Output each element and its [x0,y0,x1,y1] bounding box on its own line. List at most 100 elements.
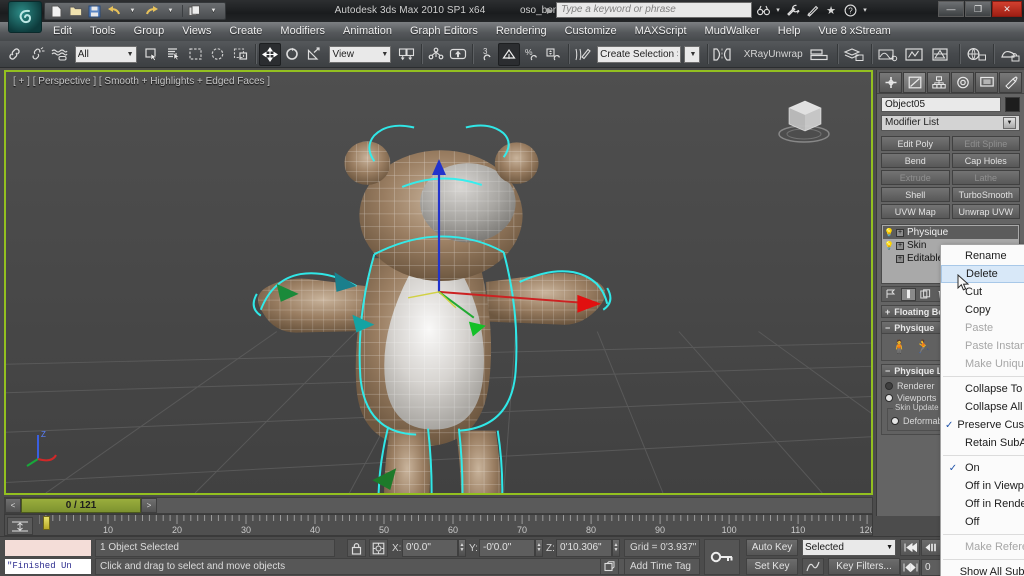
select-and-manipulate-icon[interactable] [425,43,447,66]
view-cube[interactable] [775,94,833,146]
attach-to-node-icon[interactable]: 🧍 [891,339,907,355]
menu-edit[interactable]: Edit [44,22,81,41]
menu-maxscript[interactable]: MAXScript [626,22,696,41]
set-key-mode-icon[interactable] [704,539,740,575]
subscription-wrench-icon[interactable] [785,2,801,18]
search-binoculars-icon[interactable] [755,2,771,18]
favorites-star-icon[interactable]: ★ [823,2,839,18]
ctx-collapse-to[interactable]: Collapse To [941,380,1024,398]
curve-editor-icon[interactable] [875,43,902,66]
next-frame-button[interactable]: > [141,498,157,513]
ctx-preserve-custom-attributes[interactable]: ✓Preserve Custom Attributes [941,416,1024,434]
track-bar[interactable]: 102030405060708090100110120 [4,514,873,536]
selection-lock-icon[interactable] [347,539,366,557]
material-editor-icon[interactable] [929,43,956,66]
ctx-rename[interactable]: Rename [941,247,1024,265]
ctx-off-in-viewport[interactable]: Off in Viewport [941,477,1024,495]
spinner-snap-toggle-icon[interactable] [543,43,565,66]
stack-item-physique[interactable]: 💡+Physique [883,226,1018,239]
open-file-icon[interactable] [67,4,84,19]
ctx-collapse-all[interactable]: Collapse All [941,398,1024,416]
expand-plus-icon[interactable]: + [896,242,904,250]
display-tab[interactable] [975,72,998,93]
percent-snap-toggle-icon[interactable]: % [520,43,542,66]
motion-tab[interactable] [951,72,974,93]
shell-button[interactable]: Shell [881,187,950,202]
show-end-result-icon[interactable] [901,288,916,301]
coord-z-field[interactable]: 0'10.306" [556,539,612,557]
select-and-rotate-icon[interactable] [281,43,303,66]
unwrap-uvw-button[interactable]: Unwrap UVW [952,204,1021,219]
menu-modifiers[interactable]: Modifiers [271,22,334,41]
extrude-button[interactable]: Extrude [881,170,950,185]
key-filters-button[interactable]: Key Filters... [828,558,900,575]
modifier-list-combo[interactable]: Modifier List ▼ [881,115,1020,131]
menu-tools[interactable]: Tools [81,22,125,41]
menu-graph-editors[interactable]: Graph Editors [401,22,487,41]
menu-create[interactable]: Create [220,22,271,41]
selection-set-combo[interactable]: Selected ▼ [802,539,896,556]
modifier-stack-context-menu[interactable]: RenameDeleteCutCopyPastePaste InstancedM… [940,244,1024,576]
qat-dropdown-icon[interactable]: ▼ [205,4,222,19]
coord-z-spinner[interactable]: ▲▼ [612,539,620,557]
lightbulb-icon[interactable]: 💡 [885,228,893,237]
auto-key-button[interactable]: Auto Key [746,539,798,556]
reference-coordinate-system-combo[interactable]: View▼ [329,46,391,63]
utilities-tab[interactable] [999,72,1022,93]
cap-holes-button[interactable]: Cap Holes [952,153,1021,168]
add-time-tag-button[interactable]: Add Time Tag [624,558,700,575]
menu-customize[interactable]: Customize [556,22,626,41]
close-button[interactable]: ✕ [992,1,1022,17]
ctx-copy[interactable]: Copy [941,301,1024,319]
window-crossing-icon[interactable] [230,43,252,66]
pin-stack-icon[interactable] [884,288,899,301]
ctx-on[interactable]: ✓On [941,459,1024,477]
select-by-name-icon[interactable] [163,43,185,66]
set-project-folder-icon[interactable] [186,4,203,19]
save-file-icon[interactable] [86,4,103,19]
menu-help[interactable]: Help [769,22,810,41]
menu-vue8[interactable]: Vue 8 xStream [809,22,899,41]
help-dropdown-icon[interactable]: ▾ [861,2,869,18]
current-frame-label[interactable]: 0 / 121 [21,498,141,513]
coord-x-field[interactable]: 0'0.0" [402,539,458,557]
previous-frame-button[interactable]: < [5,498,21,513]
redo-icon[interactable] [143,4,160,19]
undo-icon[interactable] [105,4,122,19]
align-icon[interactable] [807,43,834,66]
coord-y-spinner[interactable]: ▲▼ [535,539,543,557]
maxscript-mini-listener-output[interactable]: "Finished Un [4,558,92,575]
uvw-map-button[interactable]: UVW Map [881,204,950,219]
object-name-input[interactable]: Object05 [881,97,1001,112]
reinitialize-icon[interactable]: 🏃 [915,339,931,355]
expand-plus-icon[interactable]: + [896,229,904,237]
render-setup-icon[interactable] [963,43,990,66]
create-tab[interactable] [879,72,902,93]
go-to-start-button[interactable] [900,539,920,556]
use-pivot-point-center-icon[interactable] [395,43,417,66]
ctx-delete[interactable]: Delete [941,265,1024,283]
lathe-button[interactable]: Lathe [952,170,1021,185]
time-slider-handle[interactable] [43,516,50,530]
select-and-move-icon[interactable] [259,43,281,66]
circular-selection-region-icon[interactable] [207,43,229,66]
application-menu-button[interactable] [8,1,42,33]
menu-mudwalker[interactable]: MudWalker [696,22,769,41]
mini-curve-editor-icon[interactable] [7,517,33,535]
object-color-swatch[interactable] [1005,97,1020,112]
ctx-off-in-renderer[interactable]: Off in Renderer [941,495,1024,513]
key-mode-toggle-button[interactable] [900,559,920,576]
absolute-relative-transform-icon[interactable] [369,539,388,557]
schematic-view-icon[interactable] [902,43,929,66]
maximize-button[interactable]: ❐ [965,1,991,17]
modify-tab[interactable] [903,72,926,93]
minimize-button[interactable]: — [938,1,964,17]
coord-x-spinner[interactable]: ▲▼ [458,539,466,557]
snaps-toggle-icon[interactable]: 3 [476,43,498,66]
help-icon[interactable]: ? [842,2,858,18]
xray-unwrap-label[interactable]: XRayUnwrap [740,49,807,60]
named-selection-set-dropdown[interactable]: ▼ [684,46,700,63]
ctx-off[interactable]: Off [941,513,1024,531]
keyboard-shortcut-override-icon[interactable] [447,43,469,66]
edit-named-selection-sets-icon[interactable] [572,43,594,66]
